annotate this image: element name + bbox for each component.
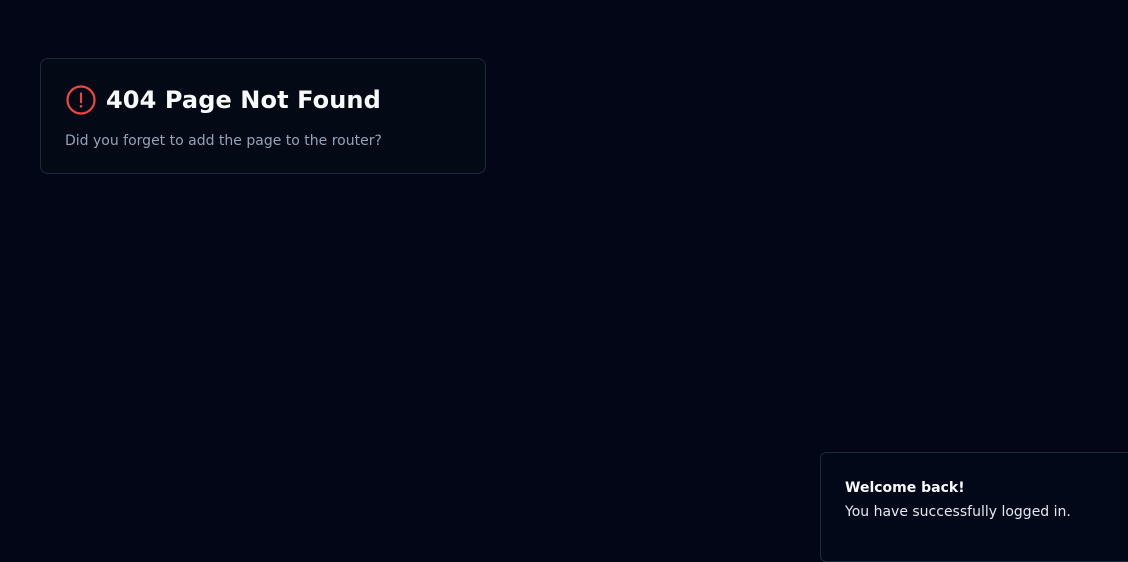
toast-title: Welcome back! (845, 480, 965, 496)
toast-message: You have successfully logged in. (845, 504, 1071, 520)
not-found-description: Did you forget to add the page to the ro… (65, 133, 382, 149)
not-found-card: 404 Page Not Found Did you forget to add… (40, 58, 486, 174)
login-toast: Welcome back! You have successfully logg… (820, 452, 1128, 562)
not-found-header: 404 Page Not Found (65, 83, 461, 117)
alert-circle-icon (65, 84, 97, 116)
page-title: 404 Page Not Found (106, 86, 381, 114)
